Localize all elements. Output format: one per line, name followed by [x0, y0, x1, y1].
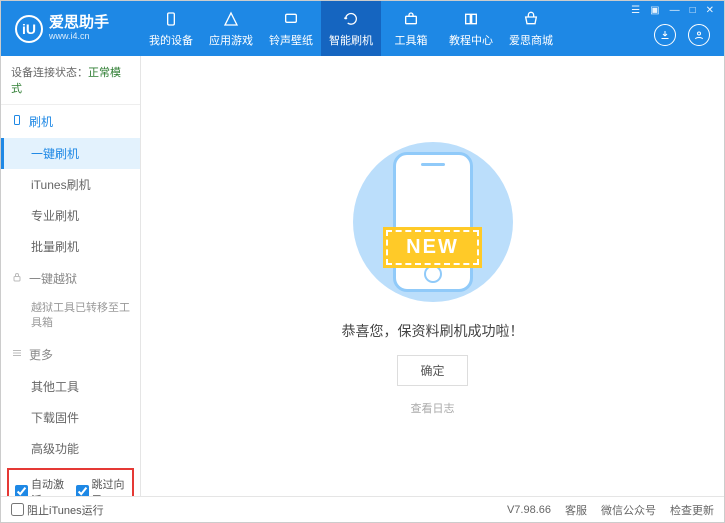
menu-icon[interactable]: ☰	[631, 5, 640, 16]
media-icon	[282, 10, 300, 28]
user-button[interactable]	[688, 24, 710, 46]
group-jailbreak: 一键越狱 越狱工具已转移至工具箱	[1, 262, 140, 338]
sidebar-item-oneclick-flash[interactable]: 一键刷机	[1, 138, 140, 169]
support-link[interactable]: 客服	[565, 502, 587, 518]
group-more-head[interactable]: 更多	[1, 338, 140, 371]
sidebar-item-download-fw[interactable]: 下载固件	[1, 402, 140, 433]
apps-icon	[222, 10, 240, 28]
nav-toolbox[interactable]: 工具箱	[381, 1, 441, 56]
minimize-icon[interactable]: —	[670, 5, 680, 16]
connection-status: 设备连接状态：正常模式	[1, 56, 140, 105]
skin-icon[interactable]: ▣	[650, 5, 659, 16]
group-flash-head[interactable]: 刷机	[1, 105, 140, 138]
nav-flash[interactable]: 智能刷机	[321, 1, 381, 56]
body: 设备连接状态：正常模式 刷机 一键刷机 iTunes刷机 专业刷机 批量刷机 一…	[1, 56, 724, 496]
logo: iU 爱思助手 www.i4.cn	[1, 15, 141, 43]
phone-graphic	[393, 152, 473, 292]
close-icon[interactable]: ✕	[706, 5, 714, 16]
nav-tutorials[interactable]: 教程中心	[441, 1, 501, 56]
version-label: V7.98.66	[507, 504, 551, 516]
checkbox-skip-guide[interactable]: 跳过向导	[76, 476, 127, 496]
app-window: iU 爱思助手 www.i4.cn 我的设备 应用游戏 铃声壁纸 智能刷机	[0, 0, 725, 523]
window-controls: ☰ ▣ — □ ✕	[621, 1, 724, 20]
checkbox-block-itunes[interactable]: 阻止iTunes运行	[11, 502, 104, 518]
checkbox-auto-activate[interactable]: 自动激活	[15, 476, 66, 496]
book-icon	[462, 10, 480, 28]
group-flash: 刷机 一键刷机 iTunes刷机 专业刷机 批量刷机	[1, 105, 140, 262]
lock-icon	[11, 271, 23, 286]
ok-button[interactable]: 确定	[397, 355, 467, 386]
sidebar-item-itunes-flash[interactable]: iTunes刷机	[1, 169, 140, 200]
app-url: www.i4.cn	[49, 32, 109, 42]
update-link[interactable]: 检查更新	[670, 502, 714, 518]
sidebar-item-batch-flash[interactable]: 批量刷机	[1, 231, 140, 262]
app-name: 爱思助手	[49, 15, 109, 32]
nav-ringtones[interactable]: 铃声壁纸	[261, 1, 321, 56]
user-icons	[654, 20, 724, 46]
flash-icon	[11, 114, 23, 129]
nav-my-device[interactable]: 我的设备	[141, 1, 201, 56]
nav-store[interactable]: 爱思商城	[501, 1, 561, 56]
options-highlight: 自动激活 跳过向导	[7, 468, 134, 496]
main-content: NEW 恭喜您，保资料刷机成功啦！ 确定 查看日志	[141, 56, 724, 496]
wechat-link[interactable]: 微信公众号	[601, 502, 656, 518]
view-log-link[interactable]: 查看日志	[411, 400, 455, 416]
success-illustration: NEW	[323, 137, 543, 307]
toolbox-icon	[402, 10, 420, 28]
sidebar-bottom: 自动激活 跳过向导 iPhone 12 mini 64GB Down-12min…	[1, 464, 140, 496]
top-nav: 我的设备 应用游戏 铃声壁纸 智能刷机 工具箱 教程中心	[141, 1, 561, 56]
list-icon	[11, 347, 23, 362]
header-right: ☰ ▣ — □ ✕	[621, 1, 724, 46]
sidebar-item-other-tools[interactable]: 其他工具	[1, 371, 140, 402]
jailbreak-note: 越狱工具已转移至工具箱	[1, 295, 140, 338]
nav-apps[interactable]: 应用游戏	[201, 1, 261, 56]
sidebar-item-pro-flash[interactable]: 专业刷机	[1, 200, 140, 231]
logo-icon: iU	[15, 15, 43, 43]
maximize-icon[interactable]: □	[690, 5, 696, 16]
store-icon	[522, 10, 540, 28]
success-message: 恭喜您，保资料刷机成功啦！	[342, 321, 524, 341]
new-ribbon: NEW	[386, 230, 479, 265]
group-jailbreak-head[interactable]: 一键越狱	[1, 262, 140, 295]
sidebar-item-advanced[interactable]: 高级功能	[1, 433, 140, 464]
download-button[interactable]	[654, 24, 676, 46]
footer: 阻止iTunes运行 V7.98.66 客服 微信公众号 检查更新	[1, 496, 724, 522]
sidebar: 设备连接状态：正常模式 刷机 一键刷机 iTunes刷机 专业刷机 批量刷机 一…	[1, 56, 141, 496]
phone-icon	[162, 10, 180, 28]
refresh-icon	[342, 10, 360, 28]
group-more: 更多 其他工具 下载固件 高级功能	[1, 338, 140, 464]
header: iU 爱思助手 www.i4.cn 我的设备 应用游戏 铃声壁纸 智能刷机	[1, 1, 724, 56]
